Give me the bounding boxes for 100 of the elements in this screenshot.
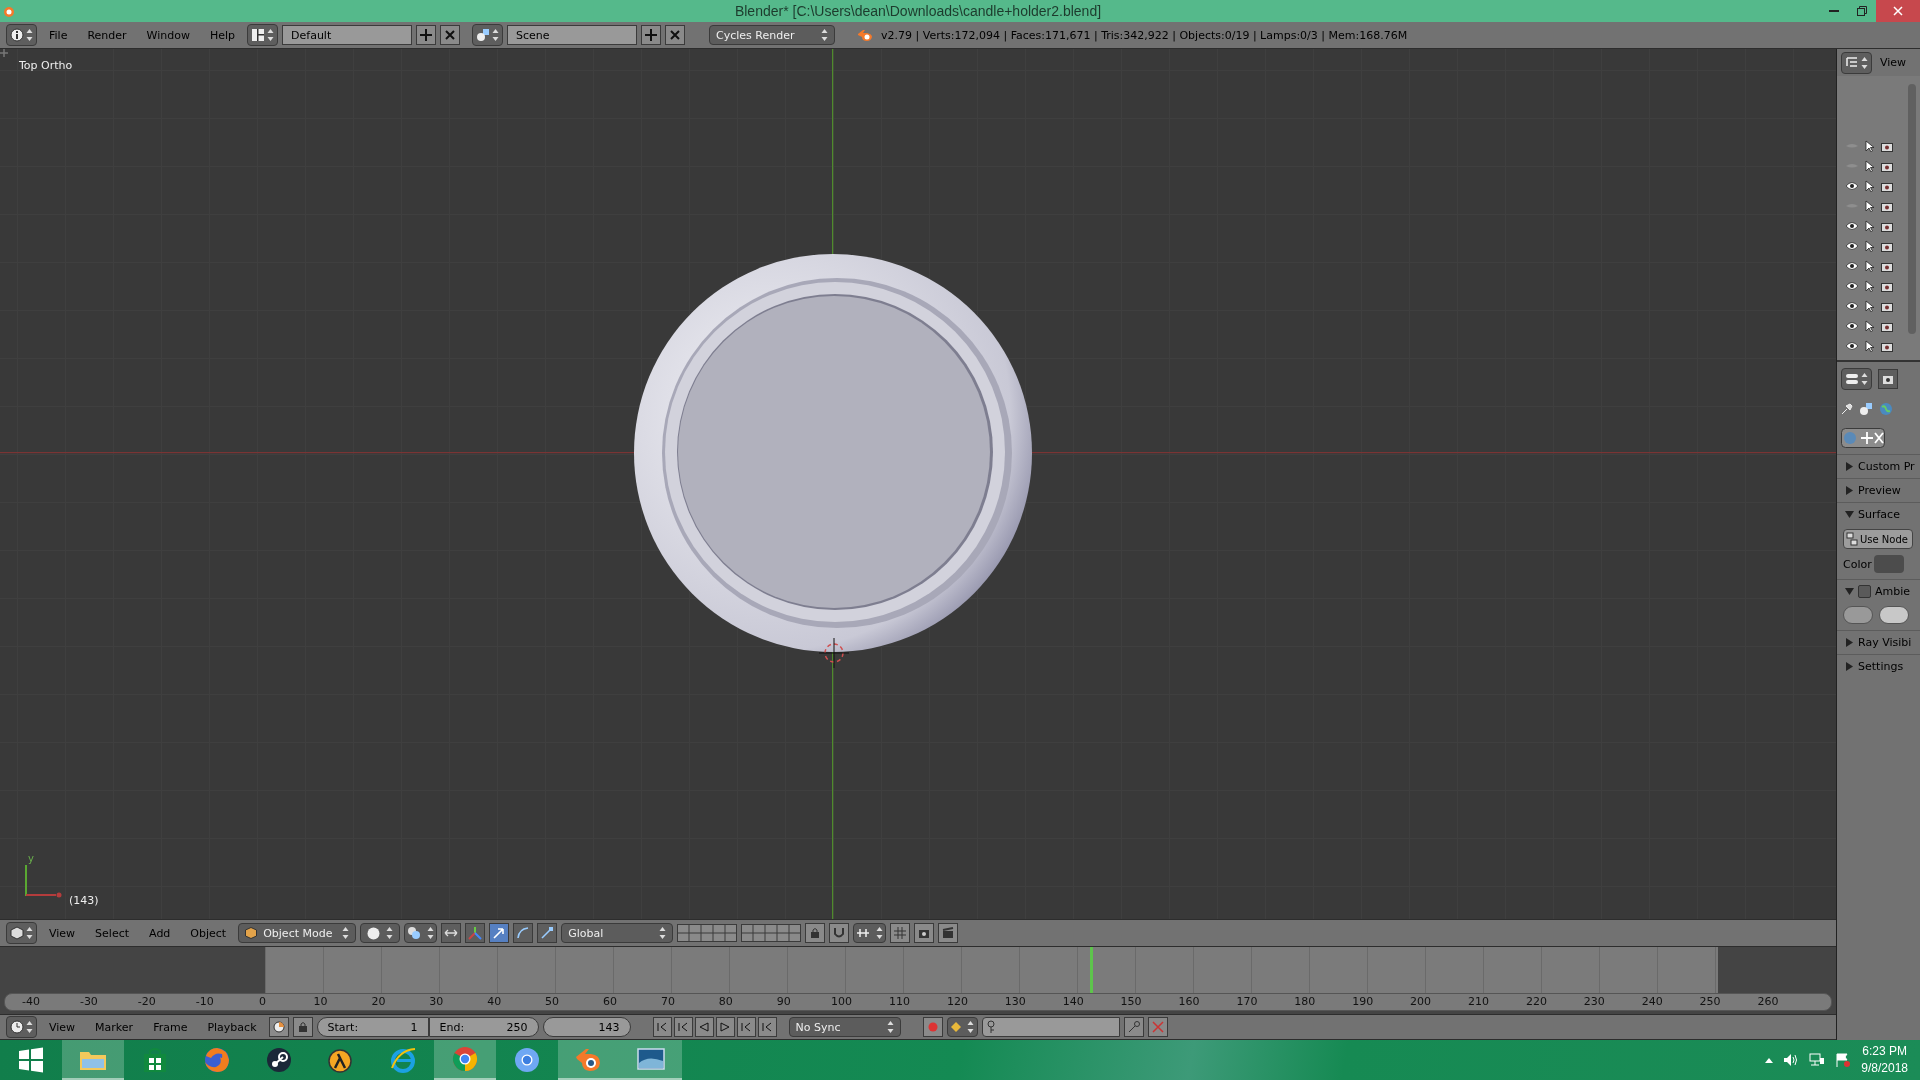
editor-type-button[interactable] <box>6 922 37 944</box>
tray-caret-icon[interactable] <box>1765 1057 1774 1063</box>
collapsed-triangle-icon[interactable] <box>1845 462 1854 471</box>
eye-icon[interactable] <box>1845 341 1859 351</box>
cursor-icon[interactable] <box>1865 240 1875 252</box>
menu-item[interactable]: Playback <box>199 1020 265 1034</box>
scene-type-button[interactable] <box>472 24 504 46</box>
editor-type-button[interactable] <box>1841 368 1872 390</box>
use-nodes-button[interactable]: Use Node <box>1843 529 1913 549</box>
camera-icon[interactable] <box>1881 280 1893 292</box>
rotate-button[interactable] <box>513 923 534 943</box>
scene-field[interactable]: Scene <box>507 25 638 45</box>
camera-icon[interactable] <box>1881 200 1893 212</box>
eye-icon[interactable] <box>1845 321 1859 331</box>
preview-range-button[interactable] <box>268 1017 289 1037</box>
cursor-icon[interactable] <box>1865 180 1875 192</box>
menu-item[interactable]: Frame <box>145 1020 196 1034</box>
clock-time[interactable]: 6:23 PM <box>1862 1043 1907 1060</box>
eye-icon[interactable] <box>1845 281 1859 291</box>
shading-dropdown[interactable] <box>360 923 401 943</box>
panel-title[interactable]: Custom Pr <box>1858 460 1915 473</box>
camera-icon[interactable] <box>1881 260 1893 272</box>
pivot-dropdown[interactable] <box>404 923 438 943</box>
panel-title[interactable]: Preview <box>1858 484 1901 497</box>
next-key-button[interactable] <box>736 1017 756 1037</box>
menu-item[interactable]: View <box>41 926 84 940</box>
frame-ruler[interactable]: -40 -30 -20 -10 0 10 20 30 40 50 60 70 80 90 100 110 120 130 140 150 160 170 180 190 200 210 220 230 240 250 260 <box>4 993 1832 1011</box>
jump-end-button[interactable] <box>757 1017 777 1037</box>
camera-icon[interactable] <box>1881 300 1893 312</box>
camera-icon[interactable] <box>1881 180 1893 192</box>
add-button[interactable] <box>641 25 662 45</box>
cursor-icon[interactable] <box>1865 140 1875 152</box>
screen-layout-field[interactable]: Default <box>282 25 413 45</box>
animation-render-button[interactable] <box>938 923 959 943</box>
editor-type-button[interactable] <box>6 1016 37 1038</box>
current-frame-field[interactable]: 143 <box>542 1017 631 1037</box>
panel-title[interactable]: Settings <box>1858 660 1904 673</box>
proportional-button[interactable] <box>890 923 911 943</box>
snap-element-dropdown[interactable] <box>853 923 887 943</box>
menu-item[interactable]: Object <box>182 926 235 940</box>
jump-start-button[interactable] <box>652 1017 672 1037</box>
eye-icon[interactable] <box>1845 241 1859 251</box>
layout-type-button[interactable] <box>247 24 279 46</box>
menu-item[interactable]: Window <box>138 28 198 42</box>
color-swatch[interactable] <box>1873 555 1904 573</box>
manipulator-button[interactable] <box>441 923 462 943</box>
speaker-icon[interactable] <box>1783 1053 1800 1067</box>
camera-icon[interactable] <box>1881 160 1893 172</box>
cursor-icon[interactable] <box>1865 160 1875 172</box>
menu-item[interactable]: Render <box>79 28 135 42</box>
add-button[interactable] <box>416 25 437 45</box>
menu-item[interactable]: Add <box>141 926 179 940</box>
camera-icon[interactable] <box>1881 340 1893 352</box>
axes-button[interactable] <box>465 923 486 943</box>
lock-button[interactable] <box>292 1017 313 1037</box>
toggle-field[interactable] <box>1843 606 1873 624</box>
cursor-icon[interactable] <box>1865 220 1875 232</box>
render-tab[interactable] <box>1878 369 1898 389</box>
eye-icon[interactable] <box>1845 261 1859 271</box>
eye-icon[interactable] <box>1845 221 1859 231</box>
mode-dropdown[interactable]: Object Mode <box>238 923 357 943</box>
number-field[interactable] <box>1879 606 1909 624</box>
layer-grid-icon[interactable] <box>677 924 738 942</box>
keying-dropdown[interactable] <box>946 1017 978 1037</box>
editor-type-button[interactable] <box>6 24 37 46</box>
snap-button[interactable] <box>829 923 850 943</box>
cursor-icon[interactable] <box>1865 280 1875 292</box>
expanded-triangle-icon[interactable] <box>1845 587 1854 596</box>
menu-item[interactable]: Help <box>201 28 244 42</box>
pin-icon[interactable] <box>1841 403 1853 415</box>
cursor-icon[interactable] <box>1865 260 1875 272</box>
camera-icon[interactable] <box>1881 140 1893 152</box>
cursor-icon[interactable] <box>1865 300 1875 312</box>
lock-button[interactable] <box>805 923 826 943</box>
keying-set-field[interactable] <box>981 1017 1120 1037</box>
editor-type-button[interactable] <box>1841 51 1872 74</box>
remove-button[interactable] <box>440 25 461 45</box>
eye-icon[interactable] <box>1845 301 1859 311</box>
3d-viewport[interactable]: Top Ortho (143) y <box>0 49 1836 919</box>
camera-icon[interactable] <box>1881 220 1893 232</box>
menu-item[interactable]: Marker <box>87 1020 142 1034</box>
network-icon[interactable] <box>1809 1053 1826 1067</box>
cursor-icon[interactable] <box>1865 340 1875 352</box>
collapsed-triangle-icon[interactable] <box>1845 486 1854 495</box>
prev-key-button[interactable] <box>673 1017 693 1037</box>
menu-item[interactable]: Select <box>87 926 138 940</box>
delete-keyframe-button[interactable] <box>1147 1017 1168 1037</box>
render-button[interactable] <box>914 923 935 943</box>
expanded-triangle-icon[interactable] <box>1845 510 1854 519</box>
translate-button[interactable] <box>489 923 510 943</box>
scrollbar[interactable] <box>1908 84 1916 334</box>
flag-icon[interactable] <box>1835 1053 1852 1067</box>
play-button[interactable] <box>715 1017 735 1037</box>
end-frame-field[interactable]: End: 250 <box>428 1017 539 1037</box>
remove-button[interactable] <box>665 25 686 45</box>
camera-icon[interactable] <box>1881 320 1893 332</box>
cursor-icon[interactable] <box>1865 320 1875 332</box>
sync-dropdown[interactable]: No Sync <box>788 1017 901 1037</box>
world-data-selector-icon[interactable] <box>1841 428 1885 448</box>
panel-title[interactable]: Surface <box>1858 508 1900 521</box>
